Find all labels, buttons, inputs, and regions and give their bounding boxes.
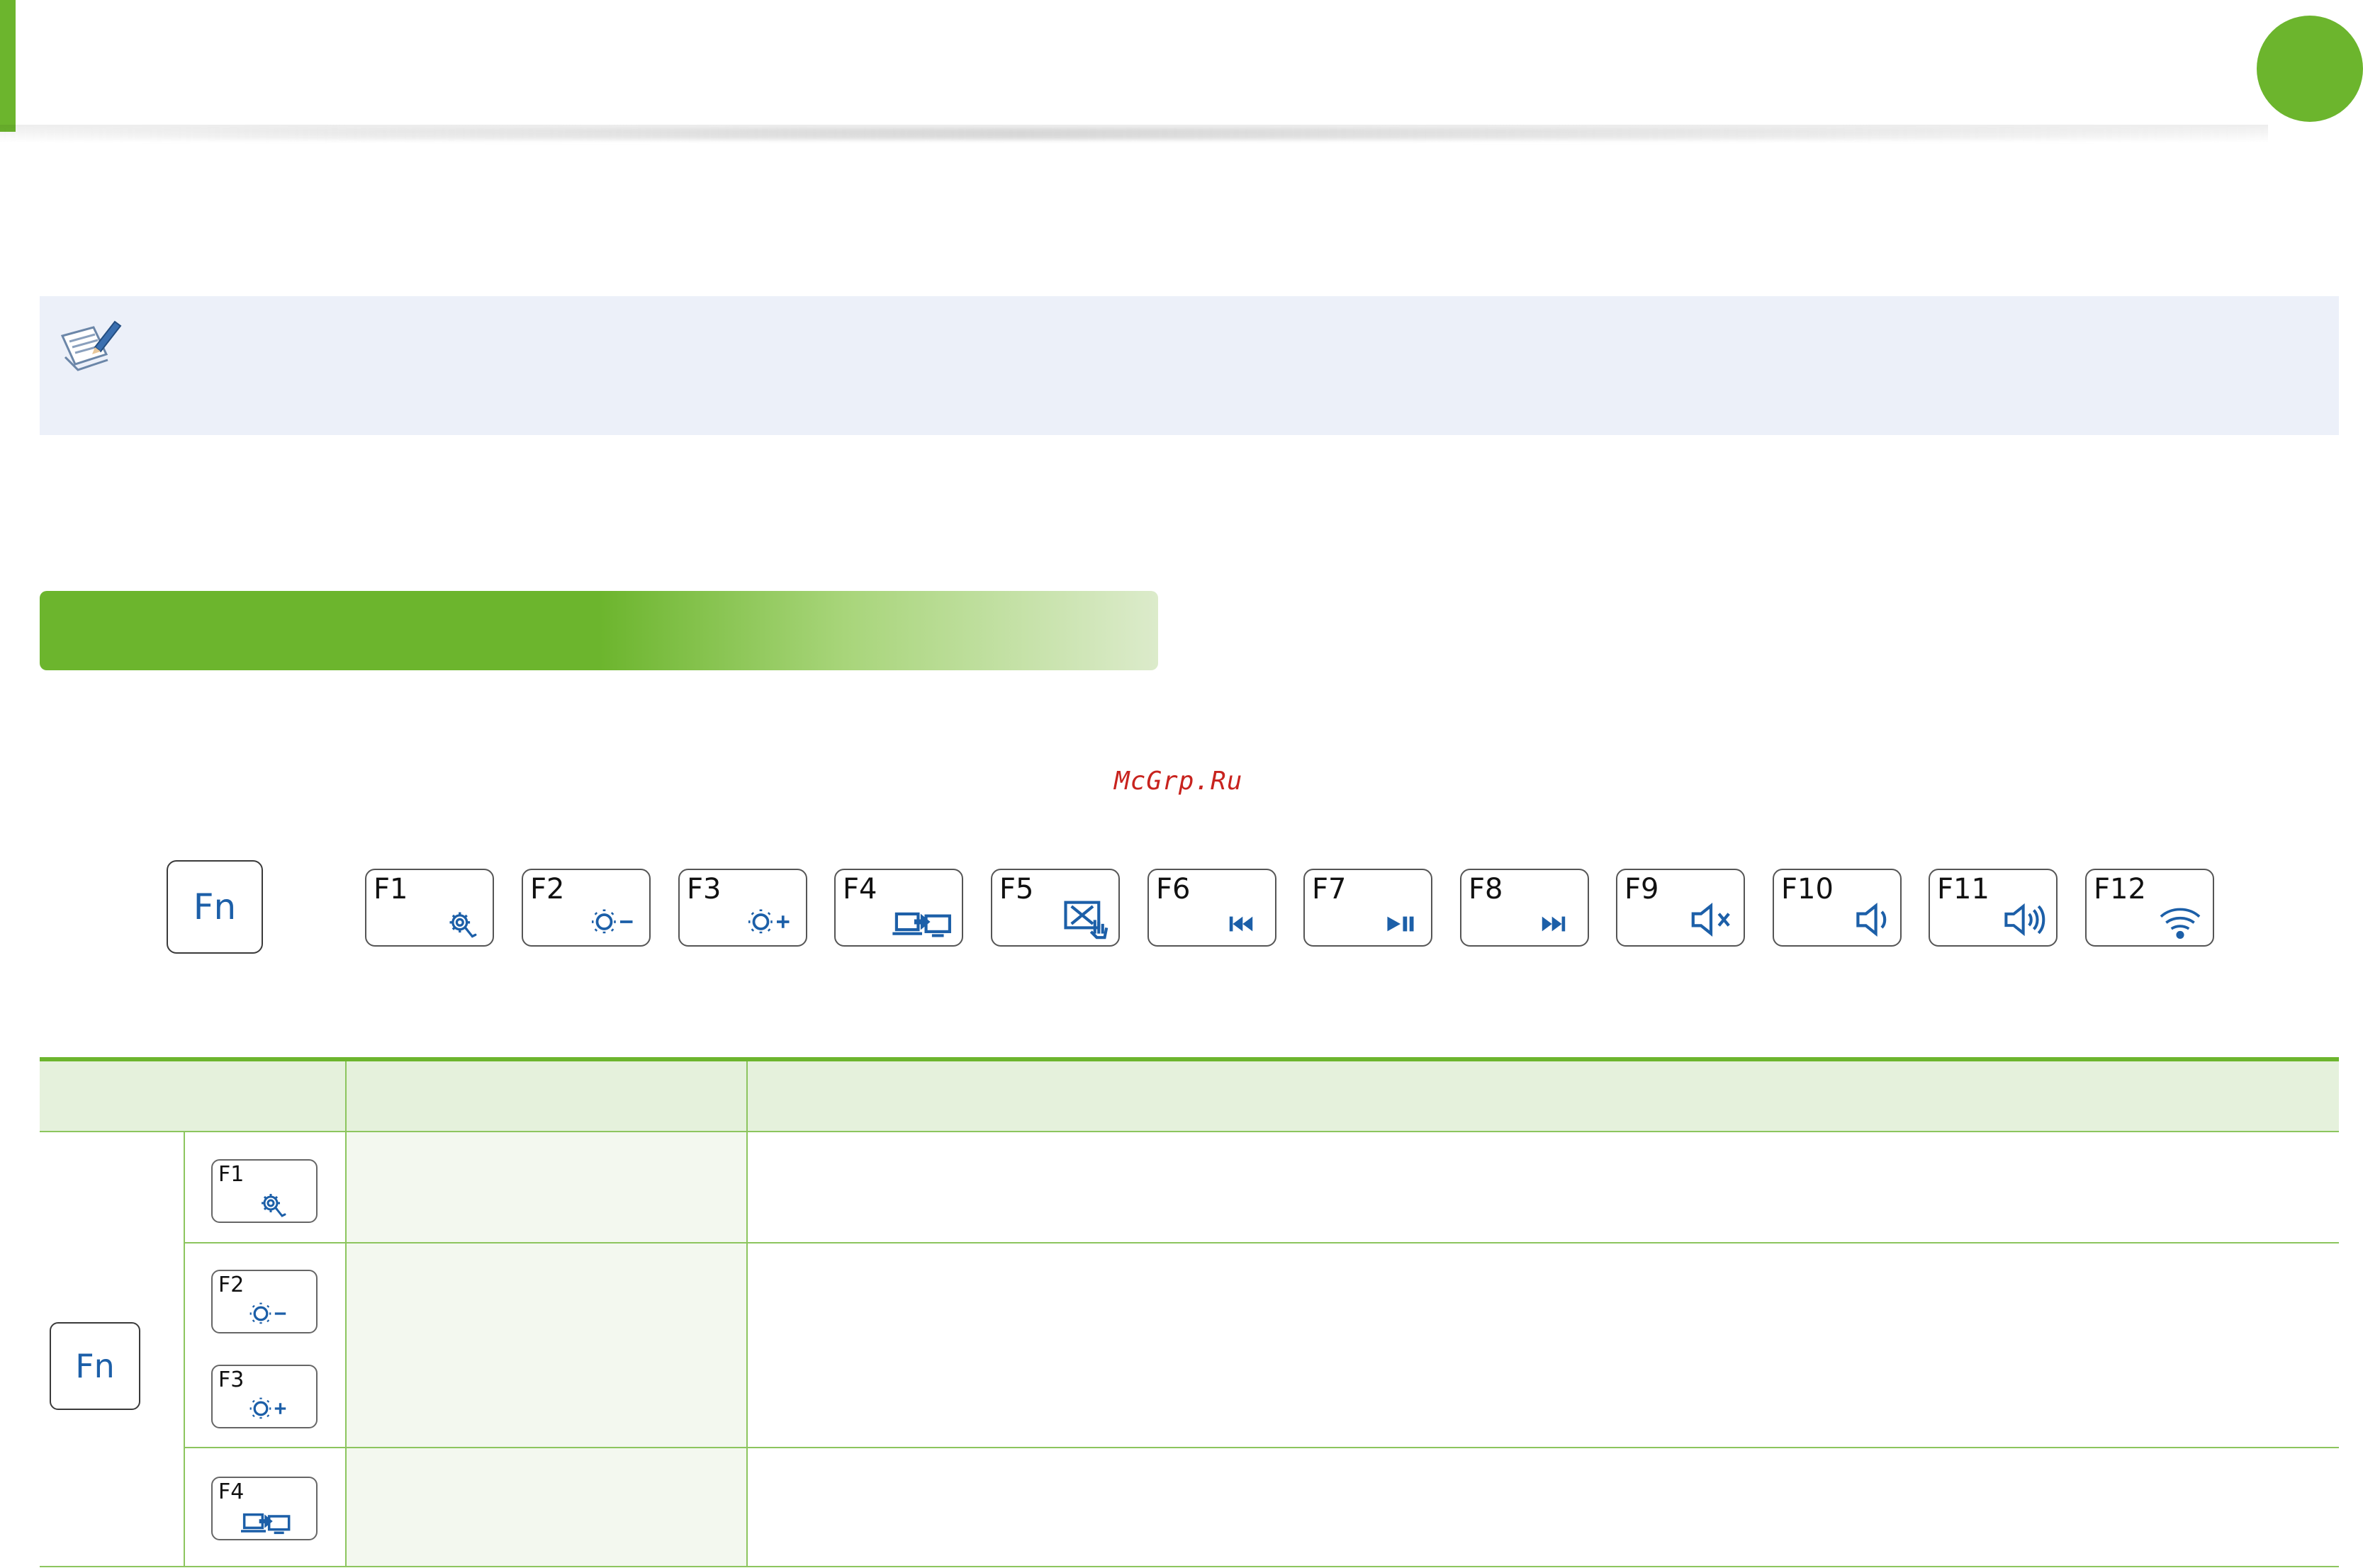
table-column-divider [746, 1061, 748, 1567]
fn-key: Fn [167, 860, 263, 954]
note-box [40, 296, 2339, 435]
play-pause-icon [1387, 916, 1414, 932]
table-row-divider [40, 1131, 2339, 1132]
f2-key-label: F2 [530, 873, 565, 906]
display-switch-icon [241, 1506, 291, 1536]
display-switch-icon [892, 904, 952, 940]
f9-key-label: F9 [1624, 873, 1659, 906]
table-f1-key: F1 [211, 1159, 318, 1223]
touchpad-off-icon [1062, 898, 1108, 940]
settings-gear-icon [448, 910, 477, 938]
volume-down-icon [1853, 900, 1890, 940]
brightness-up-icon [248, 1396, 287, 1421]
header-accent-bar [0, 0, 16, 132]
f5-key: F5 [991, 869, 1120, 947]
watermark-text: McGrp.Ru [1114, 767, 1243, 796]
f8-key: F8 [1460, 869, 1589, 947]
table-f4-key: F4 [211, 1477, 318, 1540]
table-row-divider [184, 1242, 2339, 1243]
f6-key: F6 [1147, 869, 1276, 947]
f7-key-label: F7 [1312, 873, 1347, 906]
table-fn-key-label: Fn [75, 1347, 115, 1385]
wifi-icon [2160, 908, 2201, 939]
table-f3-key-label: F3 [218, 1367, 245, 1392]
f10-key-label: F10 [1781, 873, 1834, 906]
volume-up-icon [2002, 900, 2046, 940]
brightness-up-icon [747, 908, 791, 936]
fn-key-label: Fn [193, 886, 237, 927]
table-header-row [40, 1061, 2339, 1131]
next-track-icon [1542, 916, 1566, 932]
table-f2-key-label: F2 [218, 1273, 245, 1297]
f4-key-label: F4 [843, 873, 877, 906]
note-pencil-icon [60, 320, 122, 371]
f3-key-label: F3 [687, 873, 722, 906]
f3-key: F3 [678, 869, 807, 947]
f1-key-label: F1 [374, 873, 408, 906]
brightness-down-icon [248, 1301, 287, 1326]
header-divider [0, 128, 2268, 140]
section-heading-bar [40, 591, 1158, 670]
table-fn-key: Fn [50, 1322, 140, 1410]
f2-key: F2 [522, 869, 651, 947]
table-f3-key: F3 [211, 1365, 318, 1428]
table-column-divider [184, 1131, 185, 1567]
f12-key-label: F12 [2094, 873, 2146, 906]
f11-key-label: F11 [1937, 873, 1989, 906]
settings-gear-icon [260, 1192, 286, 1217]
brightness-down-icon [590, 908, 634, 936]
f1-key: F1 [365, 869, 494, 947]
table-f4-key-label: F4 [218, 1479, 245, 1504]
table-column-divider [345, 1061, 347, 1567]
table-bottom-rule [40, 1566, 2339, 1567]
f10-key: F10 [1773, 869, 1902, 947]
f5-key-label: F5 [999, 873, 1034, 906]
chapter-marker [2257, 16, 2363, 122]
f11-key: F11 [1929, 869, 2058, 947]
f7-key: F7 [1303, 869, 1432, 947]
f9-key: F9 [1616, 869, 1745, 947]
table-f2-key: F2 [211, 1270, 318, 1333]
f8-key-label: F8 [1469, 873, 1503, 906]
table-f1-key-label: F1 [218, 1162, 245, 1187]
mute-icon [1688, 900, 1734, 940]
f4-key: F4 [834, 869, 963, 947]
table-row-divider [184, 1447, 2339, 1448]
table-function-column [346, 1131, 747, 1566]
f6-key-label: F6 [1156, 873, 1191, 906]
f12-key: F12 [2085, 869, 2214, 947]
previous-track-icon [1229, 916, 1253, 932]
